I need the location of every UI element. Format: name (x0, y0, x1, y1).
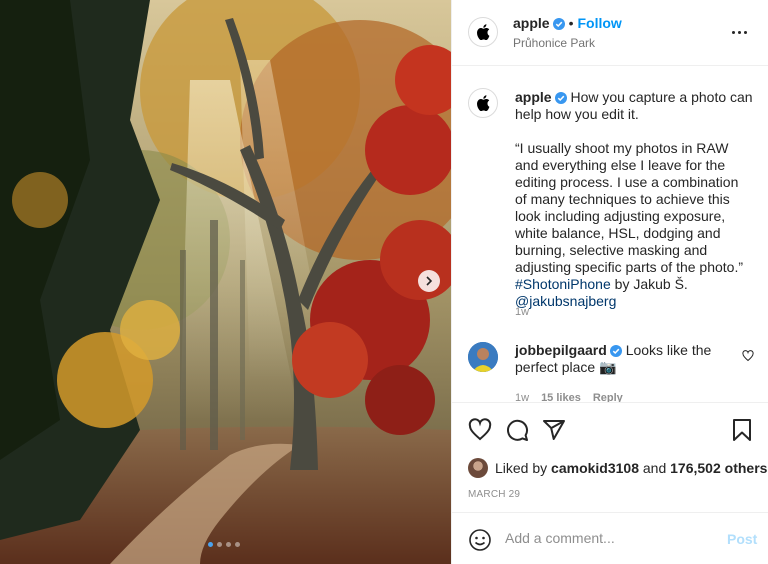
carousel-dot (235, 542, 240, 547)
caption-author-username[interactable]: apple (515, 89, 552, 105)
comment-like-heart-icon[interactable] (742, 350, 754, 362)
comment-meta: 1w 15 likes Reply (515, 392, 623, 402)
emoji-icon[interactable] (468, 528, 492, 552)
more-options-icon (732, 30, 735, 34)
hashtag-link[interactable]: #ShotoniPhone (515, 276, 611, 292)
caption-credit: by Jakub Š. (614, 276, 688, 292)
comment-likes-count[interactable]: 15 likes (541, 392, 581, 402)
like-heart-icon[interactable] (468, 418, 492, 442)
comments-section[interactable]: apple How you capture a photo can help h… (452, 66, 768, 402)
comment-age[interactable]: 1w (515, 392, 529, 402)
apple-logo-icon (477, 24, 490, 40)
caption-author-avatar[interactable] (468, 88, 498, 118)
chevron-right-icon (426, 276, 433, 286)
verified-badge-icon (554, 92, 567, 104)
post-date[interactable]: MARCH 29 (468, 489, 520, 500)
author-username[interactable]: apple (513, 15, 550, 31)
commenter-username[interactable]: jobbepilgaard (515, 342, 607, 358)
reply-button[interactable]: Reply (593, 392, 623, 402)
post-side-panel: apple • Follow Průhonice Park apple How yo… (451, 0, 768, 564)
carousel-indicator (208, 542, 240, 547)
verified-badge-icon (552, 18, 565, 30)
commenter-avatar[interactable] (468, 342, 498, 372)
liked-by-summary[interactable]: Liked by camokid3108 and 176,502 others (468, 458, 767, 478)
post-header: apple • Follow Průhonice Park (452, 0, 768, 66)
post-comment-button[interactable]: Post (727, 531, 757, 547)
post-caption: apple How you capture a photo can help h… (515, 89, 753, 310)
more-options-icon-dot (738, 30, 741, 34)
liker-avatar[interactable] (468, 458, 488, 478)
comment-bubble-icon[interactable] (505, 418, 529, 442)
carousel-dot (217, 542, 222, 547)
author-avatar[interactable] (468, 17, 498, 47)
liked-by-prefix: Liked by (495, 460, 548, 476)
caption-quote: “I usually shoot my photos in RAW and ev… (515, 140, 744, 275)
apple-logo-icon (477, 95, 490, 111)
carousel-dot-active (208, 542, 213, 547)
more-options-icon-dot (744, 30, 747, 34)
add-comment-input[interactable] (505, 527, 705, 549)
caption-age[interactable]: 1w (515, 306, 529, 318)
liked-by-middle: and (642, 460, 667, 476)
separator-dot: • (568, 15, 574, 31)
carousel-next-button[interactable] (418, 270, 440, 292)
comment-item: jobbepilgaard Looks like the perfect pla… (515, 342, 735, 376)
post-photo[interactable] (0, 0, 451, 564)
save-bookmark-icon[interactable] (731, 418, 753, 442)
autumn-forest-image (0, 0, 451, 564)
post-location[interactable]: Průhonice Park (513, 36, 595, 50)
mention-link[interactable]: @jakubsnajberg (515, 293, 616, 309)
camera-emoji: 📷 (599, 359, 617, 375)
person-avatar-image (468, 342, 498, 372)
share-send-icon[interactable] (542, 418, 566, 442)
more-options-button[interactable] (732, 24, 752, 40)
liker-username[interactable]: camokid3108 (551, 460, 639, 476)
follow-button[interactable]: Follow (577, 15, 621, 31)
carousel-dot (226, 542, 231, 547)
verified-badge-icon (609, 345, 622, 357)
likes-count[interactable]: 176,502 others (670, 460, 767, 476)
add-comment-bar: Post (452, 512, 768, 564)
post-actions: Liked by camokid3108 and 176,502 others … (452, 402, 768, 512)
